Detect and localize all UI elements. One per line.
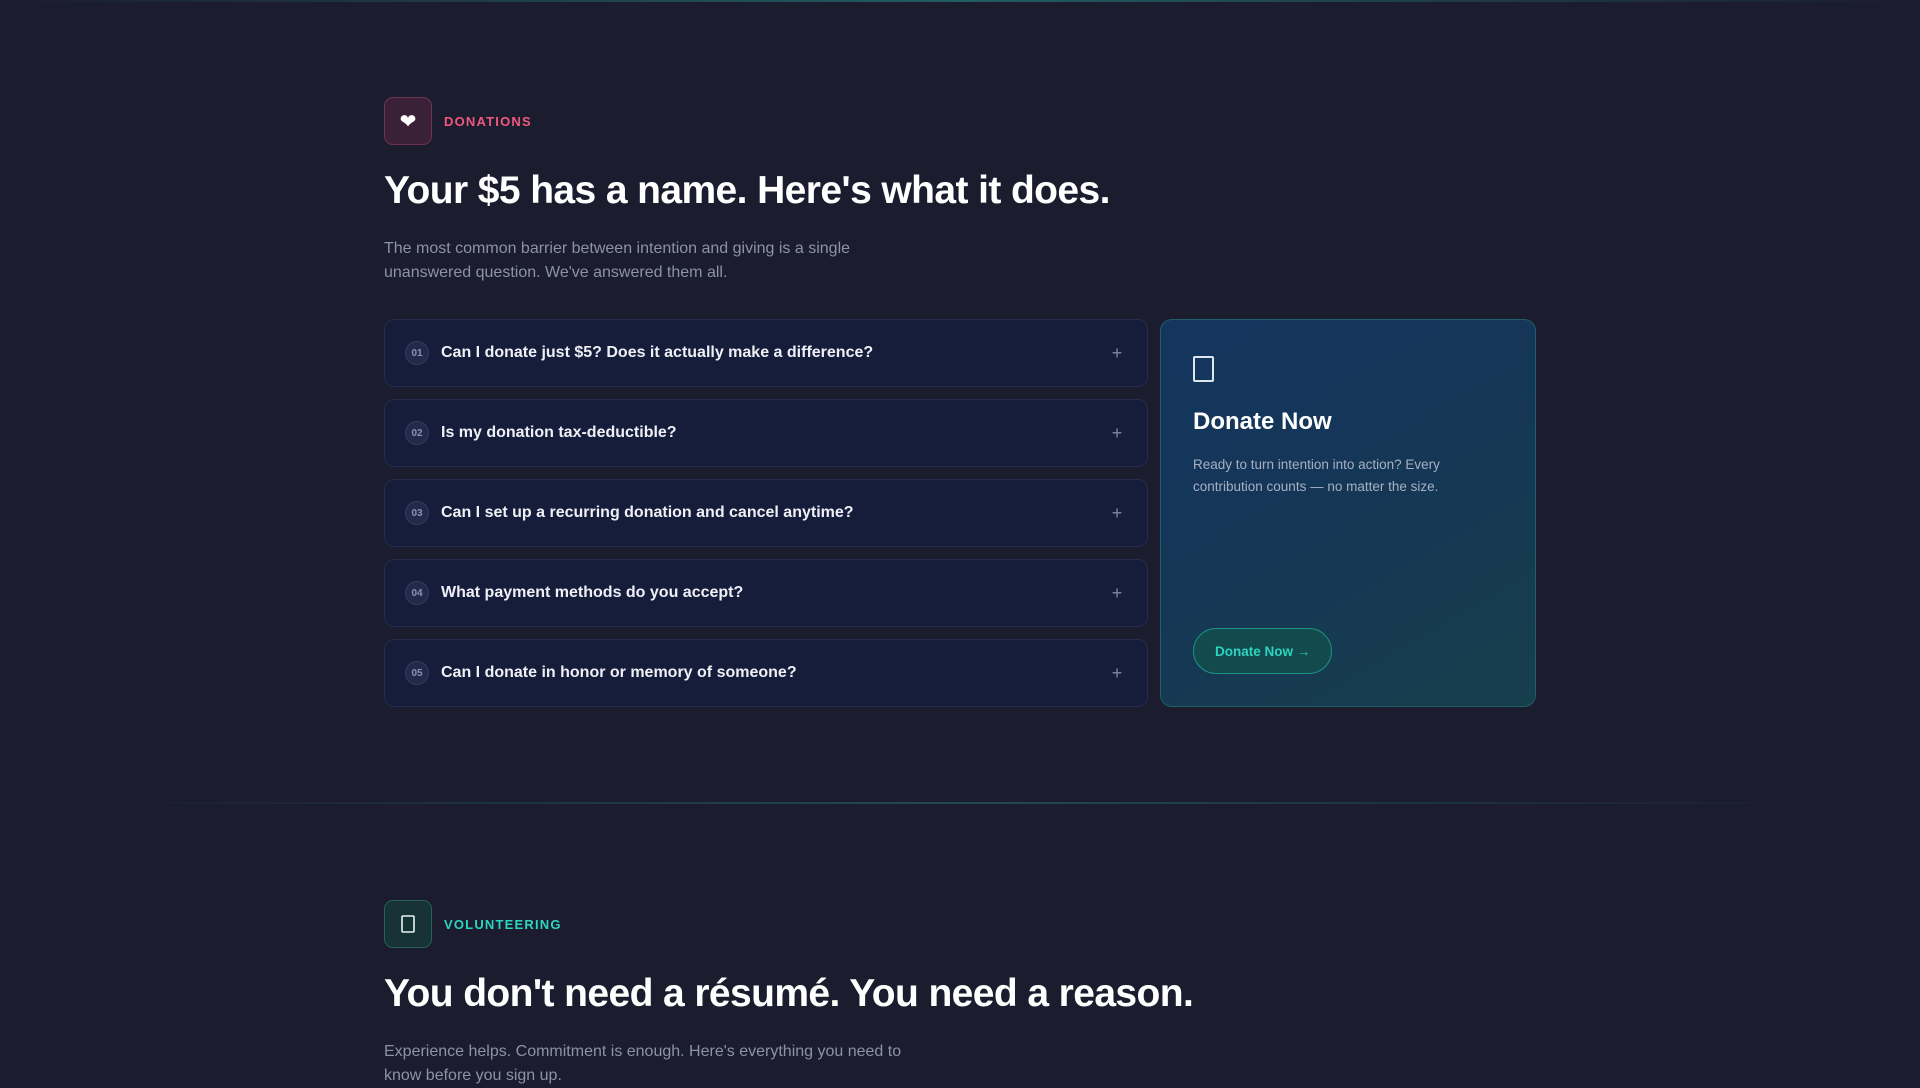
volunteering-eyebrow: VOLUNTEERING xyxy=(384,900,1536,948)
faq-number: 03 xyxy=(405,501,429,525)
donate-cta-card: Donate Now Ready to turn intention into … xyxy=(1160,319,1536,707)
faq-number: 01 xyxy=(405,341,429,365)
heart-icon: ❤ xyxy=(384,97,432,145)
donations-eyebrow-label: DONATIONS xyxy=(444,113,532,129)
faq-list: 01 Can I donate just $5? Does it actuall… xyxy=(384,319,1148,719)
donations-lead: The most common barrier between intentio… xyxy=(384,239,851,281)
plus-icon[interactable]: + xyxy=(1107,343,1127,363)
faq-number: 04 xyxy=(405,581,429,605)
volunteering-eyebrow-label: VOLUNTEERING xyxy=(444,916,562,932)
plus-icon[interactable]: + xyxy=(1107,583,1127,603)
faq-item-2[interactable]: 02 Is my donation tax-deductible? + xyxy=(384,399,1148,467)
section-divider xyxy=(0,802,1920,804)
faq-item-5[interactable]: 05 Can I donate in honor or memory of so… xyxy=(384,639,1148,707)
faq-question: Can I donate in honor or memory of someo… xyxy=(441,664,797,681)
donations-eyebrow: ❤ DONATIONS xyxy=(384,97,1536,145)
top-accent-rule xyxy=(0,0,1920,2)
faq-item-4[interactable]: 04 What payment methods do you accept? + xyxy=(384,559,1148,627)
document-icon xyxy=(384,900,432,948)
plus-icon[interactable]: + xyxy=(1107,663,1127,683)
faq-question: Is my donation tax-deductible? xyxy=(441,424,677,441)
faq-item-3[interactable]: 03 Can I set up a recurring donation and… xyxy=(384,479,1148,547)
cta-title: Donate Now xyxy=(1193,408,1332,435)
donations-content: 01 Can I donate just $5? Does it actuall… xyxy=(384,319,1536,707)
volunteering-heading: You don't need a résumé. You need a reas… xyxy=(384,972,1194,1015)
heart-glyph: ❤ xyxy=(399,110,417,133)
faq-number: 02 xyxy=(405,421,429,445)
faq-item-1[interactable]: 01 Can I donate just $5? Does it actuall… xyxy=(384,319,1148,387)
donate-now-button[interactable]: Donate Now → xyxy=(1193,628,1333,674)
document-icon xyxy=(1193,356,1214,382)
faq-question: Can I donate just $5? Does it actually m… xyxy=(441,344,874,361)
plus-icon[interactable]: + xyxy=(1107,503,1127,523)
volunteering-section: VOLUNTEERING You don't need a résumé. Yo… xyxy=(384,900,1536,1088)
donations-heading: Your $5 has a name. Here's what it does. xyxy=(384,169,1110,212)
volunteering-lead: Experience helps. Commitment is enough. … xyxy=(384,1042,902,1084)
faq-number: 05 xyxy=(405,661,429,685)
plus-icon[interactable]: + xyxy=(1107,423,1127,443)
faq-question: Can I set up a recurring donation and ca… xyxy=(441,504,854,521)
cta-text: Ready to turn intention into action? Eve… xyxy=(1193,457,1440,494)
document-icon-svg xyxy=(401,915,415,933)
faq-question: What payment methods do you accept? xyxy=(441,584,744,601)
donations-section: ❤ DONATIONS Your $5 has a name. Here's w… xyxy=(384,97,1536,707)
